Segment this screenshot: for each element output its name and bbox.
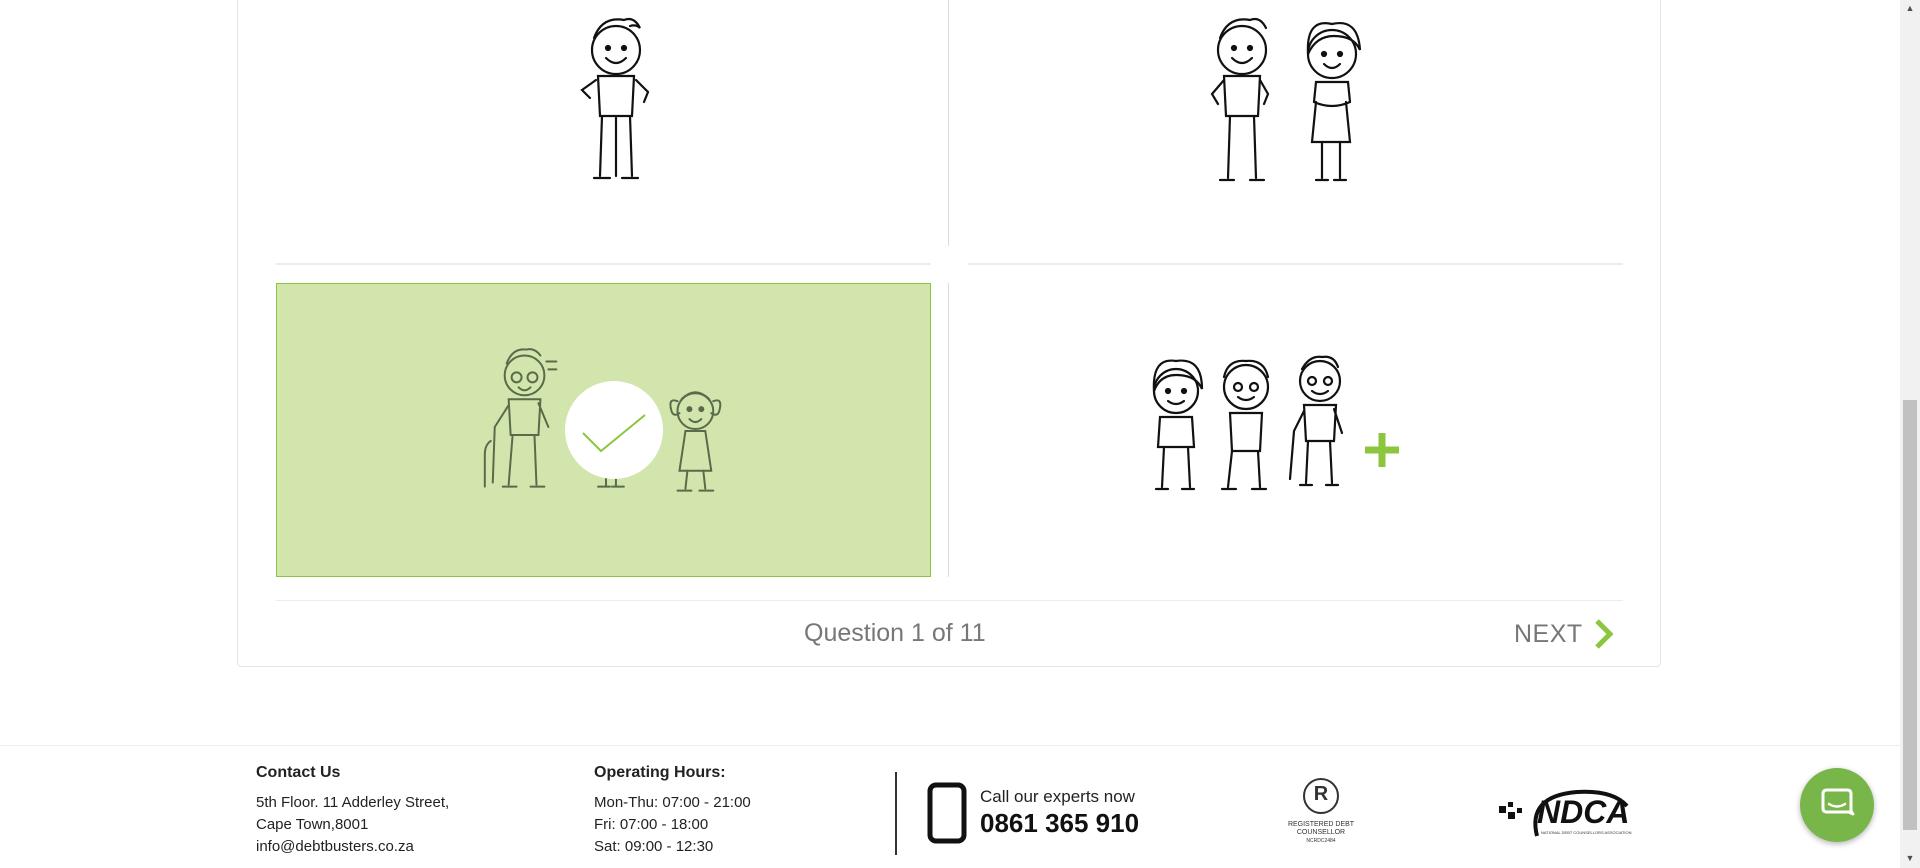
call-text: Call our experts now [980,787,1135,806]
hours-heading: Operating Hours: [594,764,726,781]
address-line2: Cape Town,8001 [256,816,369,833]
address-line1: 5th Floor. 11 Adderley Street, [256,794,450,811]
scrollbar-thumb[interactable] [1903,400,1917,830]
hours-section: Operating Hours: Mon-Thu: 07:00 - 21:00 … [594,762,751,858]
reg-logo-text1: REGISTERED DEBT [1287,821,1355,828]
question-counter: Question 1 of 11 [804,619,986,647]
chat-button[interactable] [1800,768,1874,842]
registered-mark-letter: R [1313,783,1329,805]
phone-number[interactable]: 0861 365 910 [980,808,1139,839]
ndca-text: NDCA [1537,794,1630,830]
selected-check-badge [565,381,663,479]
contact-heading: Contact Us [256,764,341,781]
footer-divider [895,772,897,855]
quiz-footer-divider [276,600,1623,601]
ndca-subtext: NATIONAL DEBT COUNSELLORS ASSOCIATION [1541,830,1632,835]
checkmark-icon [582,414,646,453]
chat-bubble-icon [1821,788,1855,816]
grid-divider-horizontal-right [968,263,1623,265]
grid-divider-vertical-top [948,0,949,246]
hours-saturday: Sat: 09:00 - 12:30 [594,838,714,855]
plus-icon [1365,433,1399,467]
registered-debt-counsellor-logo: R REGISTERED DEBT COUNSELLOR NCRDC2484 [1286,777,1356,851]
scroll-up-arrow-icon[interactable]: ▲ [1904,2,1916,14]
scroll-down-arrow-icon[interactable]: ▼ [1904,852,1916,864]
reg-logo-text2: COUNSELLOR [1296,829,1346,836]
chevron-right-icon [1594,619,1614,649]
grid-divider-horizontal-left [276,263,931,265]
email-link[interactable]: info@debtbusters.co.za [256,836,449,858]
stick-figure-couple-icon [1210,17,1362,182]
mobile-phone-icon [927,782,967,844]
option-family-plus[interactable] [968,283,1623,577]
next-button[interactable]: NEXT [1514,616,1615,652]
reg-logo-text3: NCRDC2484 [1306,838,1336,844]
hours-friday: Fri: 07:00 - 18:00 [594,816,709,833]
ndca-logo: NDCA NATIONAL DEBT COUNSELLORS ASSOCIATI… [1497,784,1645,842]
contact-section: Contact Us 5th Floor. 11 Adderley Street… [256,762,449,858]
option-single[interactable] [276,0,931,246]
option-couple[interactable] [968,0,1623,246]
next-label: NEXT [1514,619,1583,648]
stick-figure-extended-family-icon [1152,355,1399,491]
stick-figure-man-icon [580,17,650,180]
footer-top-border [0,745,1900,746]
grid-divider-vertical-bottom [948,283,949,577]
hours-weekday: Mon-Thu: 07:00 - 21:00 [594,794,751,811]
